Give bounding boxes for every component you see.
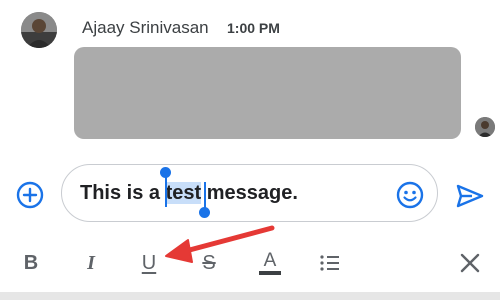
- read-receipt-avatar: [475, 117, 495, 137]
- selection-end-line: [204, 182, 206, 210]
- selected-text[interactable]: test: [165, 182, 202, 204]
- selection-start-line: [165, 175, 167, 207]
- bold-button[interactable]: B: [20, 250, 42, 276]
- bulleted-list-button[interactable]: [318, 250, 342, 276]
- italic-button[interactable]: I: [80, 250, 102, 276]
- emoji-icon: [396, 181, 424, 209]
- message-attachment[interactable]: [74, 47, 461, 139]
- selection-end-handle[interactable]: [199, 207, 210, 218]
- text-before-selection: This is a: [80, 182, 166, 204]
- underline-button[interactable]: U: [138, 250, 160, 276]
- sender-avatar[interactable]: [21, 12, 57, 48]
- message-time: 1:00 PM: [227, 20, 280, 36]
- bottom-divider: [0, 292, 500, 300]
- text-color-icon: A: [263, 249, 277, 271]
- close-format-bar-button[interactable]: [458, 251, 482, 275]
- sender-name: Ajaay Srinivasan: [82, 18, 209, 37]
- plus-circle-icon: [16, 181, 44, 209]
- emoji-button[interactable]: [396, 181, 424, 209]
- strikethrough-button[interactable]: S: [198, 250, 220, 276]
- text-color-swatch: [259, 270, 281, 275]
- bulleted-list-icon: [320, 255, 339, 271]
- annotation-arrow: [165, 225, 275, 263]
- message-input-text[interactable]: This is a test message.: [80, 180, 298, 206]
- text-color-button[interactable]: A: [258, 250, 282, 276]
- text-after-selection: message.: [201, 182, 298, 204]
- send-button[interactable]: [455, 183, 485, 209]
- add-attachment-button[interactable]: [16, 181, 44, 209]
- close-icon: [460, 253, 480, 273]
- send-icon: [456, 184, 484, 208]
